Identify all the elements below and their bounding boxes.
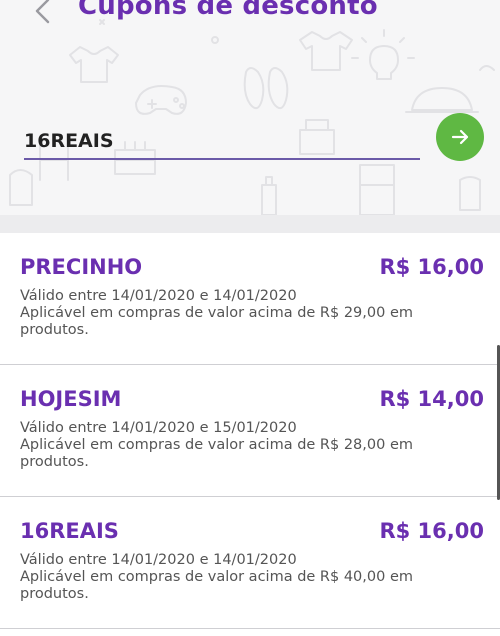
coupon-validity: Válido entre 14/01/2020 e 14/01/2020 <box>20 288 297 304</box>
page-title: Cupons de desconto <box>78 0 378 21</box>
coupon-code: PRECINHO <box>20 255 143 279</box>
doodle-background <box>9 19 495 215</box>
back-button[interactable] <box>30 0 56 26</box>
coupon-validity: Válido entre 14/01/2020 e 15/01/2020 <box>20 420 297 436</box>
coupon-description: Válido entre 14/01/2020 e 15/01/2020 Apl… <box>20 420 460 471</box>
coupon-validity: Válido entre 14/01/2020 e 14/01/2020 <box>20 552 297 568</box>
coupon-condition: Aplicável em compras de valor acima de R… <box>20 305 414 338</box>
coupon-value: R$ 14,00 <box>379 387 484 411</box>
coupon-description: Válido entre 14/01/2020 e 14/01/2020 Apl… <box>20 552 460 603</box>
app-screen: Cupons de desconto PRECINHO R$ 16,00 Vál… <box>0 0 500 636</box>
coupon-code: HOJESIM <box>20 387 122 411</box>
coupon-item[interactable]: PRECINHO R$ 16,00 Válido entre 14/01/202… <box>0 233 500 365</box>
coupon-list: PRECINHO R$ 16,00 Válido entre 14/01/202… <box>0 233 500 629</box>
coupon-code: 16REAIS <box>20 519 119 543</box>
coupon-condition: Aplicável em compras de valor acima de R… <box>20 437 414 470</box>
apply-coupon-button[interactable] <box>436 113 484 161</box>
coupon-value: R$ 16,00 <box>379 519 484 543</box>
coupon-condition: Aplicável em compras de valor acima de R… <box>20 569 414 602</box>
coupon-item[interactable]: 16REAIS R$ 16,00 Válido entre 14/01/2020… <box>0 497 500 629</box>
coupon-item[interactable]: HOJESIM R$ 14,00 Válido entre 14/01/2020… <box>0 365 500 497</box>
arrow-right-icon <box>451 129 469 145</box>
coupon-description: Válido entre 14/01/2020 e 14/01/2020 Apl… <box>20 288 460 339</box>
coupon-code-input[interactable] <box>24 124 420 160</box>
header: Cupons de desconto <box>0 0 500 215</box>
section-divider <box>0 215 500 233</box>
chevron-left-icon <box>35 0 50 24</box>
coupon-value: R$ 16,00 <box>379 255 484 279</box>
